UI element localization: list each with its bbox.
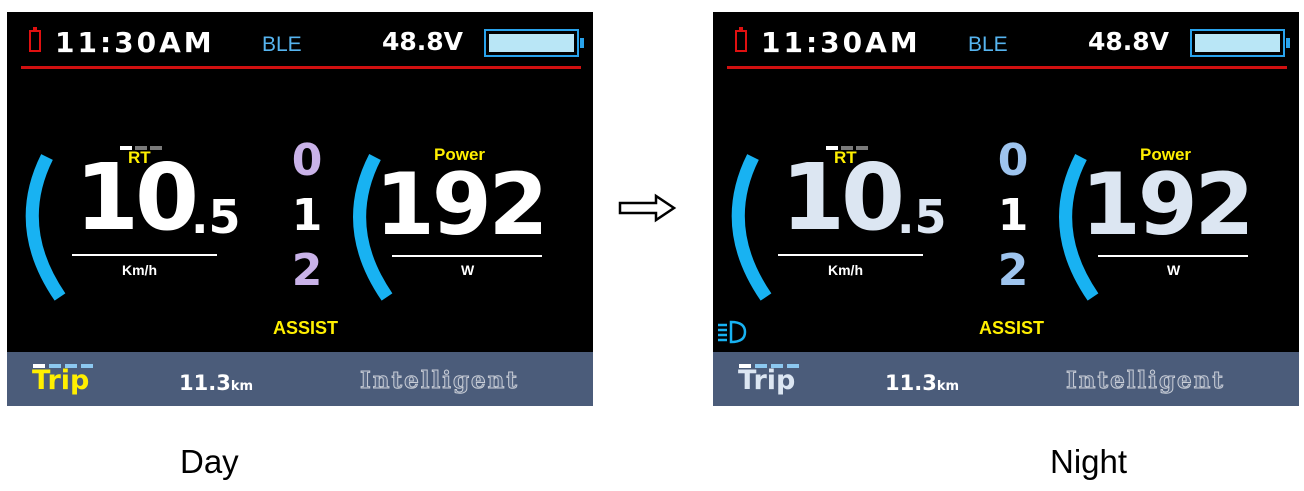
power-value: 192 bbox=[375, 155, 549, 255]
trip-label: Trip bbox=[32, 365, 90, 396]
speed-underline bbox=[778, 254, 923, 256]
power-unit: W bbox=[461, 262, 475, 278]
trip-bar: Trip 11.3km Intelligent bbox=[7, 352, 593, 406]
assist-level-0: 0 bbox=[997, 135, 1029, 186]
assist-level-2: 2 bbox=[997, 245, 1029, 296]
right-arrow-icon bbox=[618, 193, 677, 223]
assist-levels: 0 1 2 bbox=[287, 133, 327, 298]
headlight-icon bbox=[718, 320, 747, 344]
trip-label: Trip bbox=[738, 365, 796, 396]
power-unit: W bbox=[1167, 262, 1181, 278]
assist-label: ASSIST bbox=[273, 318, 339, 338]
caption-night: Night bbox=[1050, 443, 1128, 480]
trip-distance: 11.3km bbox=[179, 371, 253, 395]
assist-level-1: 1 bbox=[997, 190, 1029, 241]
speed-decimal: .5 bbox=[191, 190, 241, 244]
speed-unit: Km/h bbox=[828, 262, 863, 278]
mode-label: Intelligent bbox=[359, 367, 520, 395]
caption-day: Day bbox=[180, 443, 239, 480]
trip-distance-unit: km bbox=[230, 379, 254, 394]
assist-level-1: 1 bbox=[291, 190, 323, 241]
trip-bar: Trip 11.3km Intelligent bbox=[713, 352, 1299, 406]
night-display: 11:30AM BLE 48.8V RT 10 .5 Km/h 0 1 2 Po… bbox=[713, 12, 1299, 406]
trip-distance-value: 11.3 bbox=[885, 371, 937, 395]
assist-level-0: 0 bbox=[291, 135, 323, 186]
speed-underline bbox=[72, 254, 217, 256]
speed-unit: Km/h bbox=[122, 262, 157, 278]
mode-label: Intelligent bbox=[1065, 367, 1226, 395]
trip-distance-unit: km bbox=[936, 379, 960, 394]
assist-level-2: 2 bbox=[291, 245, 323, 296]
trip-distance-value: 11.3 bbox=[179, 371, 231, 395]
speed-arc bbox=[731, 154, 772, 301]
speed-value: 10 bbox=[74, 144, 199, 251]
assist-levels: 0 1 2 bbox=[993, 133, 1033, 298]
power-underline bbox=[392, 255, 542, 257]
power-underline bbox=[1098, 255, 1248, 257]
day-display: 11:30AM BLE 48.8V RT 10 .5 Km/h 0 1 2 Po… bbox=[7, 12, 593, 406]
trip-distance: 11.3km bbox=[885, 371, 959, 395]
power-value: 192 bbox=[1081, 155, 1255, 255]
speed-decimal: .5 bbox=[897, 190, 947, 244]
assist-label: ASSIST bbox=[979, 318, 1045, 338]
speed-arc bbox=[25, 154, 66, 301]
speed-value: 10 bbox=[780, 144, 905, 251]
